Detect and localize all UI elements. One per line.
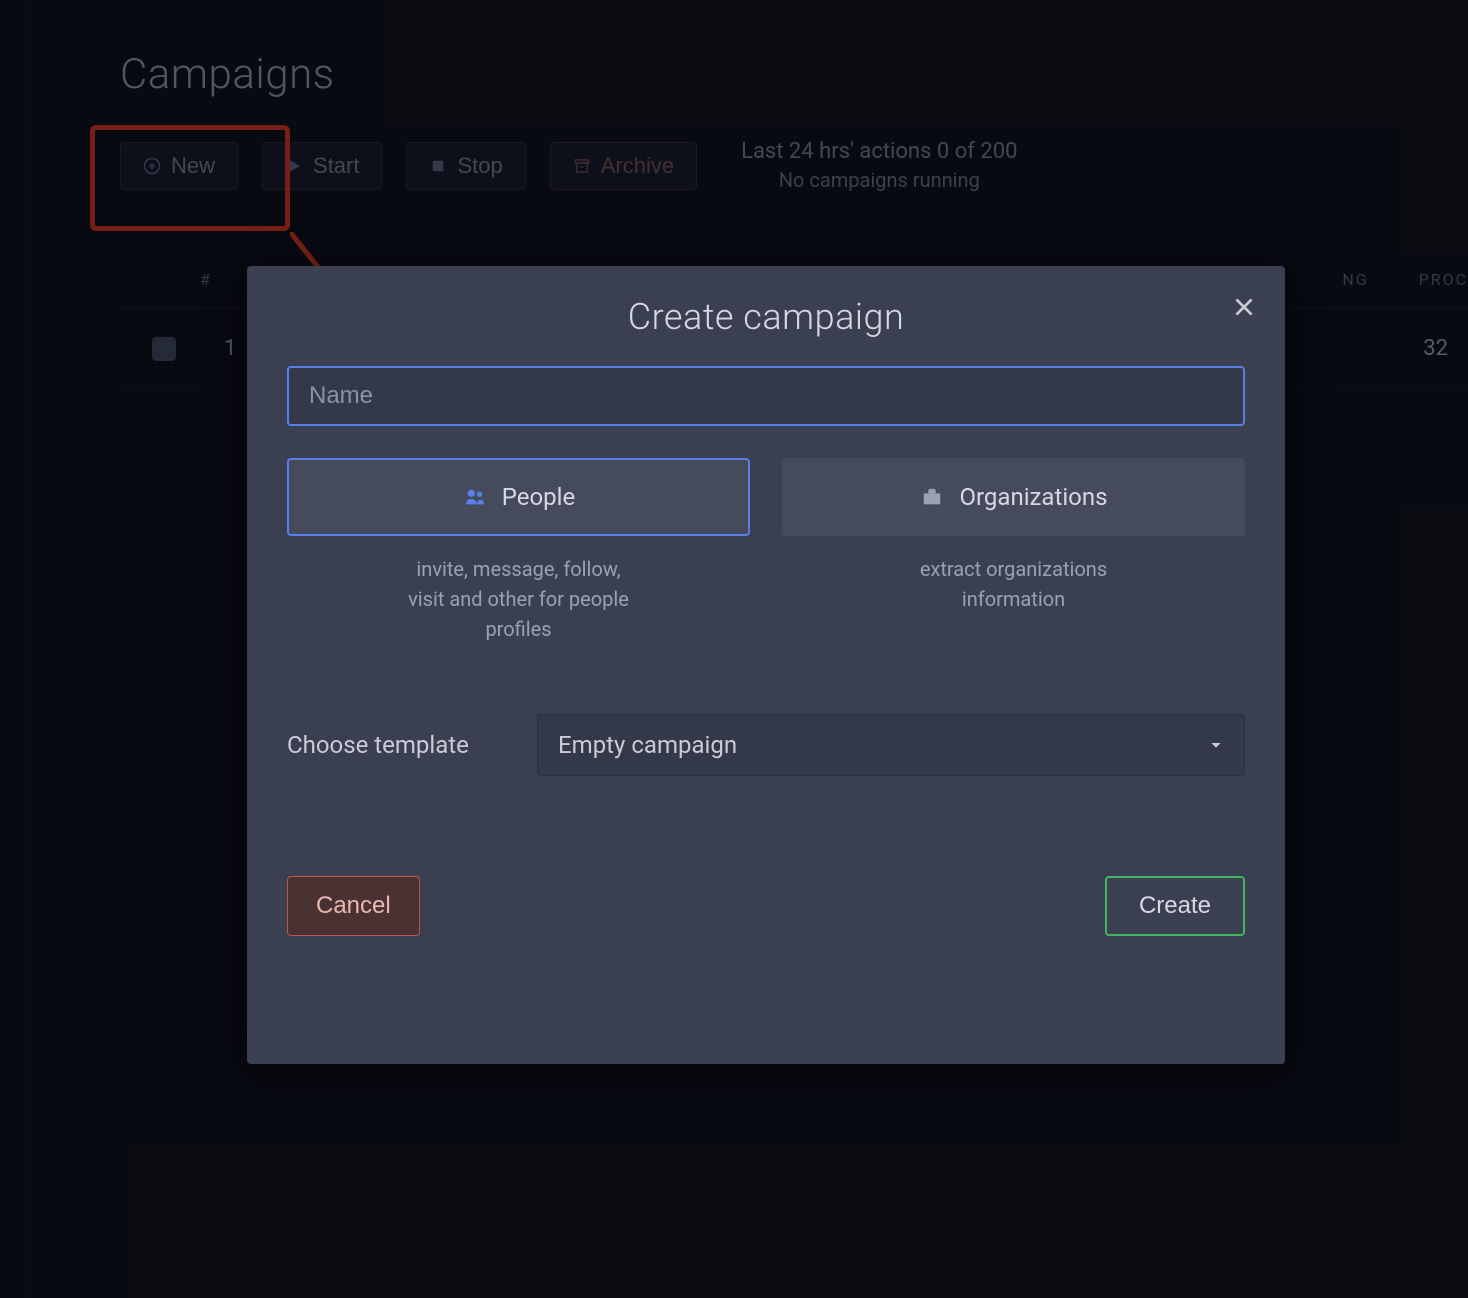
modal-title: Create campaign <box>287 296 1245 338</box>
cancel-button[interactable]: Cancel <box>287 876 420 936</box>
template-label: Choose template <box>287 731 507 759</box>
type-organizations-button[interactable]: Organizations <box>782 458 1245 536</box>
template-selected-value: Empty campaign <box>558 731 737 759</box>
briefcase-icon <box>919 486 945 508</box>
template-row: Choose template Empty campaign <box>287 714 1245 776</box>
type-people-description: invite, message, follow, visit and other… <box>287 554 750 644</box>
create-button[interactable]: Create <box>1105 876 1245 936</box>
cancel-button-label: Cancel <box>316 892 391 920</box>
template-select[interactable]: Empty campaign <box>537 714 1245 776</box>
create-campaign-modal: Create campaign People invite, message, … <box>247 266 1285 1064</box>
people-icon <box>462 486 488 508</box>
chevron-down-icon <box>1208 737 1224 753</box>
type-people-label: People <box>502 483 575 511</box>
modal-footer: Cancel Create <box>287 876 1245 936</box>
create-button-label: Create <box>1139 892 1211 920</box>
type-people-button[interactable]: People <box>287 458 750 536</box>
campaign-type-row: People invite, message, follow, visit an… <box>287 458 1245 644</box>
close-icon <box>1231 294 1257 320</box>
type-organizations-description: extract organizations information <box>782 554 1245 614</box>
close-button[interactable] <box>1231 294 1257 324</box>
campaign-name-input[interactable] <box>287 366 1245 426</box>
type-organizations-label: Organizations <box>959 483 1107 511</box>
